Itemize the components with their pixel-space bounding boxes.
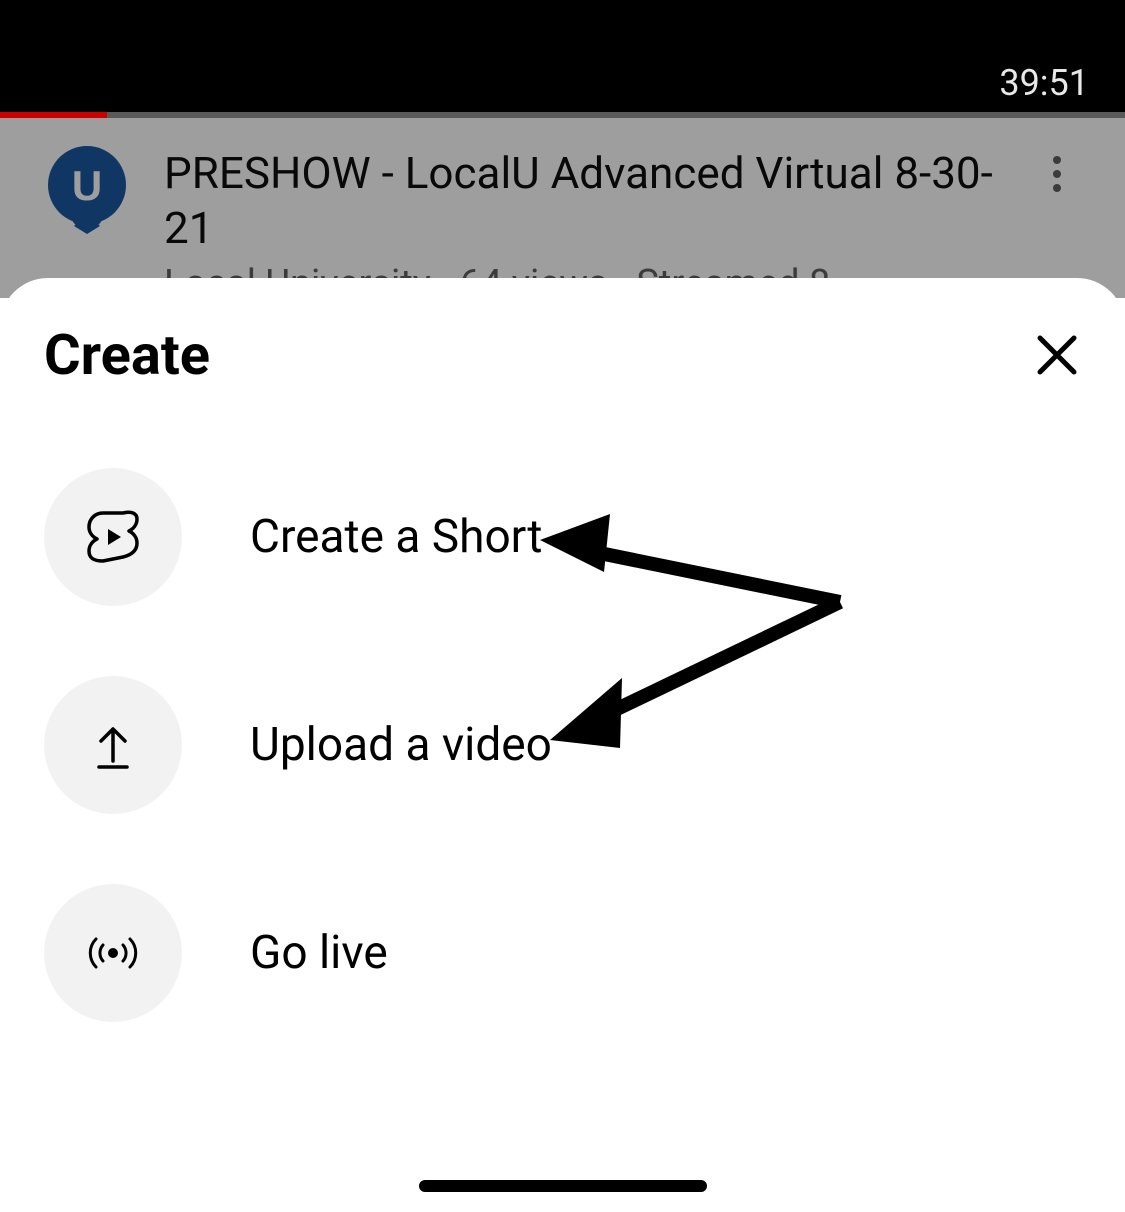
- create-short-option[interactable]: Create a Short: [44, 468, 1081, 606]
- close-button[interactable]: [1033, 331, 1081, 379]
- shorts-icon-circle: [44, 468, 182, 606]
- close-icon: [1036, 334, 1078, 376]
- go-live-option[interactable]: Go live: [44, 884, 1081, 1022]
- channel-letter: U: [72, 162, 102, 209]
- more-vertical-icon: [1053, 156, 1061, 192]
- home-indicator[interactable]: [419, 1180, 707, 1192]
- upload-video-label: Upload a video: [250, 718, 552, 772]
- upload-icon: [85, 717, 141, 773]
- more-options-button[interactable]: [1037, 154, 1077, 194]
- shorts-icon: [85, 509, 141, 565]
- live-icon: [85, 925, 141, 981]
- sheet-title: Create: [44, 322, 210, 388]
- upload-icon-circle: [44, 676, 182, 814]
- live-icon-circle: [44, 884, 182, 1022]
- create-short-label: Create a Short: [250, 510, 542, 564]
- channel-avatar[interactable]: U: [48, 146, 126, 234]
- go-live-label: Go live: [250, 926, 388, 980]
- upload-video-option[interactable]: Upload a video: [44, 676, 1081, 814]
- video-player[interactable]: 39:51: [0, 0, 1125, 118]
- create-bottom-sheet: Create Create a Short: [0, 278, 1125, 1212]
- video-duration: 39:51: [999, 62, 1089, 104]
- video-title: PRESHOW - LocalU Advanced Virtual 8-30-2…: [164, 146, 999, 256]
- sheet-options: Create a Short Upload a video: [44, 468, 1081, 1022]
- sheet-header: Create: [44, 322, 1081, 388]
